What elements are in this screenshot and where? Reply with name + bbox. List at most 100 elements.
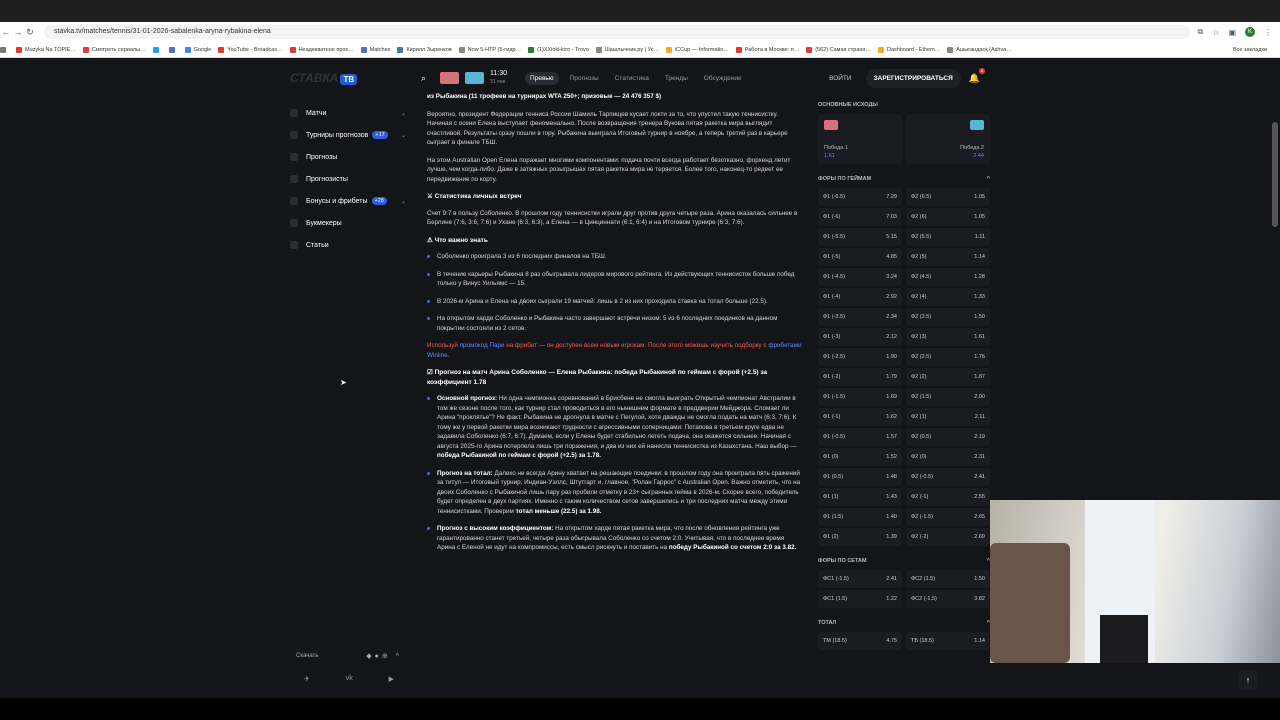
- odds-cell[interactable]: ФС2 (-1.5) 3.82: [906, 590, 990, 608]
- bookmark-item[interactable]: iCCup — Informatio…: [665, 46, 729, 53]
- back-icon[interactable]: ←: [0, 27, 12, 37]
- odds-cell[interactable]: ФС1 (1.5) 1.22: [818, 590, 902, 608]
- odds-cell[interactable]: Ф1 (-2.5) 1.90: [818, 348, 902, 366]
- odds-cell[interactable]: Ф1 (-6) 7.03: [818, 208, 902, 226]
- odds-cell[interactable]: Ф2 (2) 1.87: [906, 368, 990, 386]
- odds-cell[interactable]: Ф2 (-1) 2.55: [906, 488, 990, 506]
- odds-cell[interactable]: ТБ (18.5) 1.14: [906, 632, 990, 650]
- download-app-row[interactable]: Скачать ◆●⊕ ^: [296, 652, 402, 660]
- register-button[interactable]: ЗАРЕГИСТРИРОВАТЬСЯ: [865, 68, 961, 88]
- reload-icon[interactable]: ↻: [24, 27, 36, 38]
- sidebar-item[interactable]: Статьи: [290, 234, 406, 256]
- odds-cell[interactable]: Ф1 (-6.5) 7.29: [818, 188, 902, 206]
- tab-3[interactable]: Тренды: [660, 72, 693, 85]
- url-field[interactable]: stavka.tv/matches/tennis/31-01-2026-saba…: [44, 25, 1190, 39]
- sidebar-item[interactable]: Букмекеры: [290, 212, 406, 234]
- bookmark-item[interactable]: [168, 46, 178, 53]
- odds-cell[interactable]: Ф1 (-3) 2.12: [818, 328, 902, 346]
- odds-cell[interactable]: Ф1 (0) 1.52: [818, 448, 902, 466]
- odds-cell[interactable]: Ф2 (3.5) 1.50: [906, 308, 990, 326]
- fora-games-title[interactable]: ФОРЫ ПО ГЕЙМАМ ^: [818, 176, 990, 182]
- search-icon[interactable]: ⌕: [421, 73, 426, 84]
- odds-cell[interactable]: Ф2 (2.5) 1.76: [906, 348, 990, 366]
- win2-card[interactable]: Победа 2 2.44: [906, 114, 990, 164]
- bookmark-item[interactable]: (562) Самая странн…: [806, 46, 871, 53]
- odds-cell[interactable]: Ф1 (-4) 2.92: [818, 288, 902, 306]
- vk-icon[interactable]: vk: [346, 675, 353, 683]
- odds-cell[interactable]: Ф2 (3) 1.61: [906, 328, 990, 346]
- odds-cell[interactable]: Ф1 (-5) 4.85: [818, 248, 902, 266]
- odds-cell[interactable]: ТМ (18.5) 4.75: [818, 632, 902, 650]
- odds-cell[interactable]: Ф1 (-2) 1.79: [818, 368, 902, 386]
- odds-cell[interactable]: Ф1 (1.5) 1.40: [818, 508, 902, 526]
- menu-icon[interactable]: ⋮: [1264, 28, 1272, 37]
- share-icon[interactable]: ⧉: [1198, 27, 1204, 37]
- fora-sets-title[interactable]: ФОРЫ ПО СЕТАМ ^: [818, 558, 990, 564]
- odds-cell[interactable]: Ф2 (1.5) 2.00: [906, 388, 990, 406]
- promo-link-pari[interactable]: промокод Пари: [460, 342, 505, 349]
- bell-icon[interactable]: 🔔 8: [969, 67, 985, 84]
- bookmark-item[interactable]: Matches: [360, 46, 390, 53]
- odds-cell[interactable]: Ф2 (5.5) 1.11: [906, 228, 990, 246]
- odds-cell[interactable]: Ф1 (0.5) 1.48: [818, 468, 902, 486]
- profile-avatar[interactable]: K: [1245, 27, 1255, 37]
- odds-cell[interactable]: Ф2 (-1.5) 2.65: [906, 508, 990, 526]
- odds-cell[interactable]: Ф2 (4) 1.33: [906, 288, 990, 306]
- odds-cell[interactable]: Ф1 (-5.5) 5.15: [818, 228, 902, 246]
- odds-cell[interactable]: ФС2 (1.5) 1.50: [906, 570, 990, 588]
- forward-icon[interactable]: →: [12, 27, 24, 37]
- login-button[interactable]: ВОЙТИ: [829, 75, 852, 82]
- bookmark-item[interactable]: Muzyka Na TOPIE…: [16, 46, 76, 53]
- page-scrollbar[interactable]: [1272, 122, 1278, 227]
- bookmark-item[interactable]: Смотреть сериалы…: [82, 46, 146, 53]
- odds-cell[interactable]: Ф2 (5) 1.14: [906, 248, 990, 266]
- odds-cell[interactable]: Ф2 (4.5) 1.28: [906, 268, 990, 286]
- odds-cell[interactable]: Ф1 (-3.5) 2.34: [818, 308, 902, 326]
- sidebar-item[interactable]: Бонусы и фрибеты +28 ⌄: [290, 190, 406, 212]
- odds-cell[interactable]: Ф1 (-1) 1.62: [818, 408, 902, 426]
- scroll-to-top-button[interactable]: ↑: [1238, 670, 1258, 690]
- odds-cell[interactable]: Ф2 (0) 2.31: [906, 448, 990, 466]
- bookmark-item[interactable]: [152, 46, 162, 53]
- all-bookmarks[interactable]: Все закладки: [1233, 47, 1273, 53]
- odds-cell[interactable]: Ф1 (-4.5) 3.24: [818, 268, 902, 286]
- bookmark-item[interactable]: Google: [184, 46, 211, 53]
- youtube-icon[interactable]: ▶: [389, 675, 394, 683]
- odds-cell[interactable]: Ф2 (0.5) 2.19: [906, 428, 990, 446]
- odds-cell[interactable]: Ф1 (-1.5) 1.69: [818, 388, 902, 406]
- odds-cell[interactable]: Ф2 (-2) 2.69: [906, 528, 990, 546]
- sidebar-item[interactable]: Матчи ⌄: [290, 102, 406, 124]
- bookmark-item[interactable]: Кирилл Зыренков: [397, 46, 452, 53]
- bookmark-item[interactable]: (1)XXinkHoro - Trovo: [528, 46, 589, 53]
- odds-cell[interactable]: Ф1 (2) 1.39: [818, 528, 902, 546]
- bookmark-item[interactable]: Now 5-HTP (5-гидр…: [458, 46, 521, 53]
- platform-icons[interactable]: ◆●⊕ ^: [366, 652, 402, 660]
- extensions-icon[interactable]: ▣: [1228, 28, 1236, 37]
- odds-cell[interactable]: Ф2 (-0.5) 2.41: [906, 468, 990, 486]
- tab-2[interactable]: Статистика: [610, 72, 654, 85]
- tab-0[interactable]: Превью: [525, 71, 559, 85]
- telegram-icon[interactable]: ✈: [304, 675, 310, 683]
- odds-cell[interactable]: Ф2 (1) 2.11: [906, 408, 990, 426]
- sidebar-item[interactable]: Прогнозы: [290, 146, 406, 168]
- bookmark-item[interactable]: Работа в Москве: п…: [735, 46, 799, 53]
- apps-icon[interactable]: [0, 46, 9, 53]
- tab-1[interactable]: Прогнозы: [565, 72, 604, 85]
- star-icon[interactable]: ☆: [1212, 28, 1219, 37]
- bookmark-item[interactable]: Dashboard - Ethem…: [877, 46, 940, 53]
- odds-cell[interactable]: Ф2 (6.5) 1.05: [906, 188, 990, 206]
- sidebar-item[interactable]: Турниры прогнозов +17 ⌄: [290, 124, 406, 146]
- tab-4[interactable]: Обсуждение: [699, 72, 747, 85]
- odds-cell[interactable]: Ф1 (-0.5) 1.57: [818, 428, 902, 446]
- total-title[interactable]: ТОТАЛ ^: [818, 620, 990, 626]
- odds-cell[interactable]: ФС1 (-1.5) 2.41: [818, 570, 902, 588]
- odds-cell[interactable]: Ф1 (1) 1.43: [818, 488, 902, 506]
- sidebar-item[interactable]: Прогнозисты: [290, 168, 406, 190]
- bookmark-item[interactable]: Неадекватное прох…: [289, 46, 354, 53]
- odds-cell[interactable]: Ф2 (6) 1.05: [906, 208, 990, 226]
- bookmark-item[interactable]: Ашыгандасқ (Ashva…: [947, 46, 1012, 53]
- bookmark-item[interactable]: Шашлычник.ру | Ус…: [595, 46, 659, 53]
- bookmark-item[interactable]: YouTube - Broadcas…: [218, 46, 283, 53]
- site-logo[interactable]: СТАВКА ТВ: [290, 71, 358, 85]
- win1-card[interactable]: Победа 1 1.61: [818, 114, 902, 164]
